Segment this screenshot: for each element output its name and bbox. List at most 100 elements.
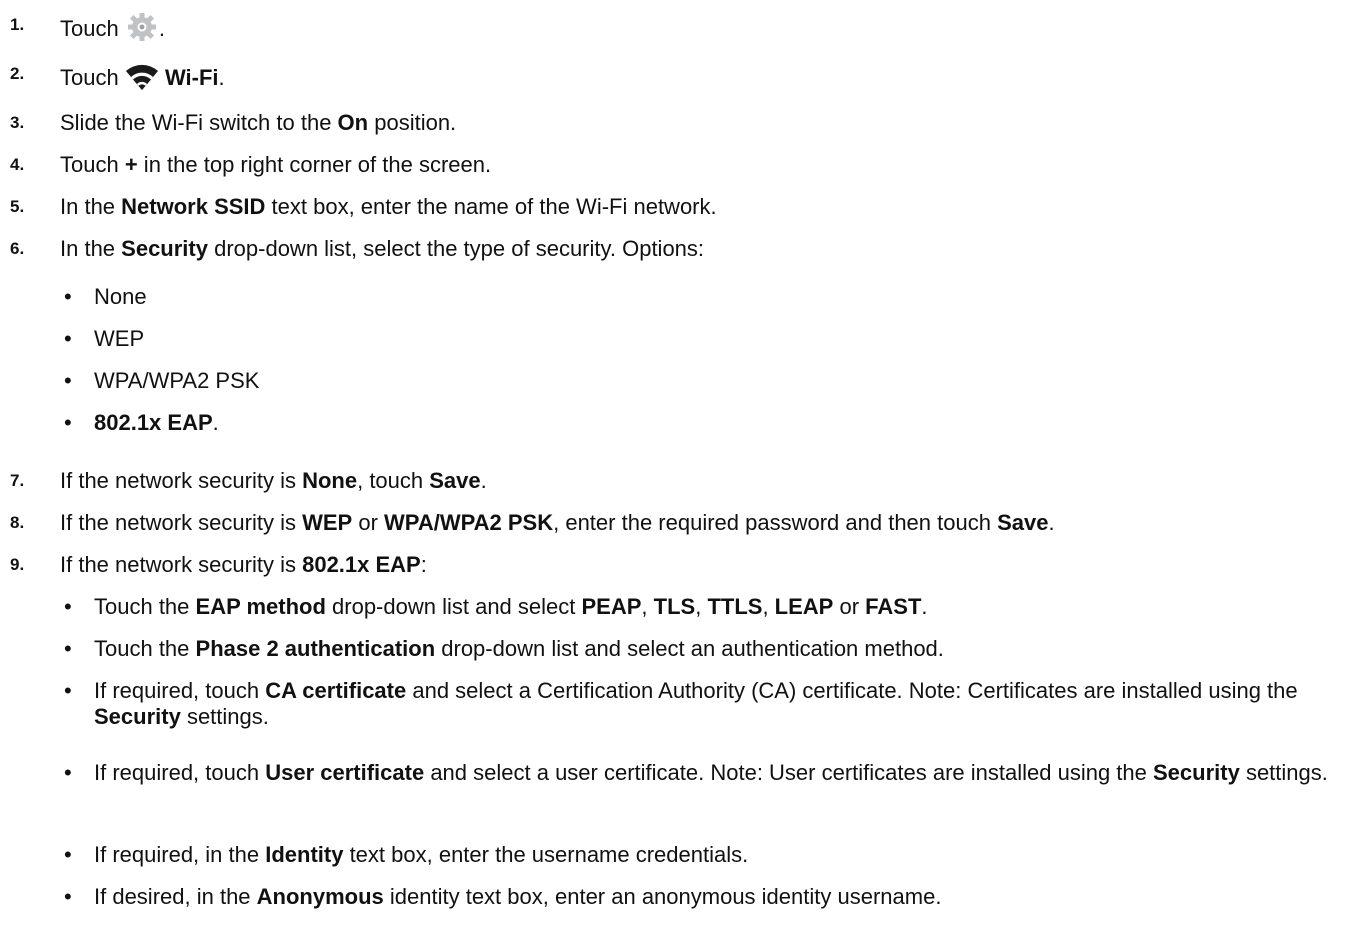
bullet-text: None xyxy=(94,284,1334,310)
text-segment: In the xyxy=(60,194,122,219)
text-segment: , enter the required password and then t… xyxy=(553,510,998,535)
bullet-text: If required, touch CA certificate and se… xyxy=(94,678,1334,730)
wifi-icon xyxy=(125,61,159,97)
text-segment: drop-down list and select xyxy=(325,594,582,619)
text-segment: and select a user certificate. Note: Use… xyxy=(424,760,1153,785)
text-segment: WPA/WPA2 PSK xyxy=(94,368,260,393)
bullet-text: If required, in the Identity text box, e… xyxy=(94,842,1334,868)
text-segment: Touch the xyxy=(94,594,196,619)
text-segment: If required, touch xyxy=(94,760,266,785)
text-segment: text box, enter the username credentials… xyxy=(343,842,749,867)
bullet-text: Touch the Phase 2 authentication drop-do… xyxy=(94,636,1334,662)
step-number: 1. xyxy=(10,15,25,34)
bullet-text: WPA/WPA2 PSK xyxy=(94,368,1334,394)
text-segment: in the top right corner of the screen. xyxy=(137,152,492,177)
bold-term: Network SSID xyxy=(121,194,266,219)
bullet-text: Touch the EAP method drop-down list and … xyxy=(94,594,1334,620)
bullet-marker: • xyxy=(64,594,72,619)
text-segment: WEP xyxy=(94,326,145,351)
text-segment: and select a Certification Authority (CA… xyxy=(406,678,1298,703)
bullet-text: If required, touch User certificate and … xyxy=(94,760,1334,786)
bold-term: CA certificate xyxy=(265,678,407,703)
bullet-text: WEP xyxy=(94,326,1334,352)
text-segment: settings. xyxy=(180,704,269,729)
text-segment: . xyxy=(921,594,928,619)
text-segment: identity text box, enter an anonymous id… xyxy=(383,884,942,909)
step-number: 6. xyxy=(10,239,25,258)
bold-term: TLS xyxy=(653,594,696,619)
text-segment: If the network security is xyxy=(60,510,303,535)
bold-term: WPA/WPA2 PSK xyxy=(384,510,554,535)
bold-term: 802.1x EAP xyxy=(94,410,213,435)
eap-setting-item: • Touch the Phase 2 authentication drop-d… xyxy=(0,636,1340,662)
text-segment: . xyxy=(212,410,219,435)
step-text: In the Security drop-down list, select t… xyxy=(60,236,704,262)
text-segment: If desired, in the xyxy=(94,884,257,909)
bold-term: EAP method xyxy=(195,594,326,619)
text-segment: drop-down list and select an authenticat… xyxy=(435,636,944,661)
bold-term: Save xyxy=(429,468,481,493)
step-number: 5. xyxy=(10,197,25,216)
step-number: 7. xyxy=(10,471,25,490)
step-number: 3. xyxy=(10,113,25,132)
bold-term: Security xyxy=(94,704,181,729)
bold-term: Security xyxy=(121,236,208,261)
text-segment: , xyxy=(695,594,708,619)
step-number: 9. xyxy=(10,555,25,574)
eap-setting-item: • If required, touch User certificate and… xyxy=(0,760,1340,812)
text-segment: Touch the xyxy=(94,636,196,661)
eap-setting-item: • If required, touch CA certificate and s… xyxy=(0,678,1340,730)
eap-setting-item: • Touch the EAP method drop-down list and… xyxy=(0,594,1340,620)
text-segment: If required, touch xyxy=(94,678,266,703)
bullet-marker: • xyxy=(64,636,72,661)
bullet-text: 802.1x EAP. xyxy=(94,410,1334,436)
text-segment: In the xyxy=(60,236,122,261)
text-segment: or xyxy=(833,594,866,619)
text-segment: . xyxy=(158,16,165,41)
step-text: If the network security is WEP or WPA/WP… xyxy=(60,510,1055,536)
bullet-marker: • xyxy=(64,410,72,435)
bold-term: WEP xyxy=(302,510,353,535)
text-segment: , xyxy=(641,594,654,619)
eap-setting-item: • If desired, in the Anonymous identity t… xyxy=(0,884,1340,910)
step-number: 2. xyxy=(10,64,25,83)
step-number: 4. xyxy=(10,155,25,174)
step-text: Touch + in the top right corner of the s… xyxy=(60,152,491,178)
bullet-marker: • xyxy=(64,678,72,703)
bullet-marker: • xyxy=(64,884,72,909)
text-segment: If the network security is xyxy=(60,552,303,577)
step-text: Slide the Wi-Fi switch to the On positio… xyxy=(60,110,456,136)
text-segment: None xyxy=(94,284,147,309)
text-segment: text box, enter the name of the Wi-Fi ne… xyxy=(265,194,717,219)
text-segment: Touch xyxy=(60,152,125,177)
text-segment: If the network security is xyxy=(60,468,303,493)
text-segment: : xyxy=(420,552,427,577)
step-number: 8. xyxy=(10,513,25,532)
text-segment: Touch xyxy=(60,65,125,90)
bullet-marker: • xyxy=(64,326,72,351)
bold-term: FAST xyxy=(865,594,922,619)
bullet-marker: • xyxy=(64,842,72,867)
text-segment: or xyxy=(352,510,385,535)
text-segment: position. xyxy=(368,110,457,135)
bold-term: None xyxy=(302,468,358,493)
text-segment: Slide the Wi-Fi switch to the xyxy=(60,110,338,135)
bold-term: Wi-Fi xyxy=(164,65,219,90)
bold-term: Identity xyxy=(265,842,344,867)
bullet-text: If desired, in the Anonymous identity te… xyxy=(94,884,1334,910)
step-text: In the Network SSID text box, enter the … xyxy=(60,194,717,220)
text-segment: . xyxy=(480,468,487,493)
step-text: If the network security is 802.1x EAP: xyxy=(60,552,427,578)
bold-term: TTLS xyxy=(707,594,763,619)
bold-term: On xyxy=(337,110,369,135)
bold-term: Save xyxy=(997,510,1049,535)
bold-term: Security xyxy=(1153,760,1240,785)
step-text: Touch . xyxy=(60,12,165,48)
text-segment: Touch xyxy=(60,16,125,41)
bold-term: User certificate xyxy=(265,760,425,785)
bold-term: Phase 2 authentication xyxy=(195,636,436,661)
bold-term: 802.1x EAP xyxy=(302,552,421,577)
bold-term: LEAP xyxy=(774,594,834,619)
text-segment: , xyxy=(762,594,775,619)
text-segment: . xyxy=(218,65,225,90)
